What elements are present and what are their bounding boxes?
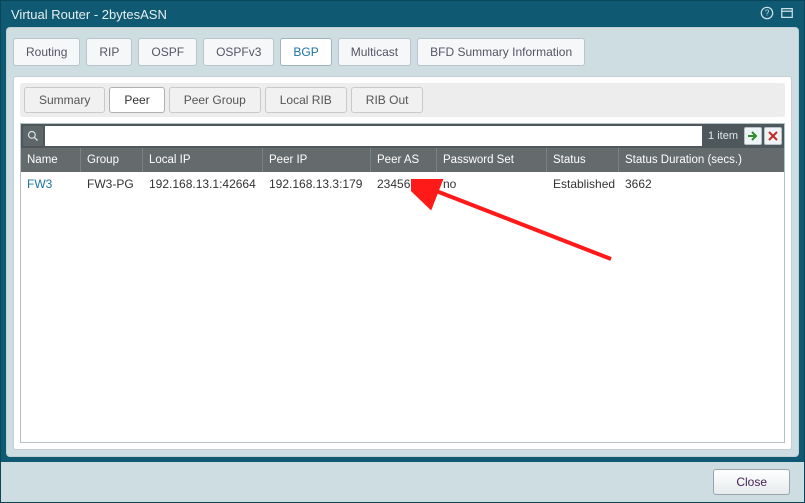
tab-bgp[interactable]: BGP	[280, 38, 331, 66]
tab-ospf[interactable]: OSPF	[138, 38, 197, 66]
subtab-peer[interactable]: Peer	[109, 87, 164, 113]
help-icon[interactable]: ?	[760, 6, 774, 23]
items-count: 1 item	[704, 130, 742, 142]
search-go-button[interactable]	[744, 127, 762, 145]
content-panel: Summary Peer Peer Group Local RIB RIB Ou…	[13, 76, 792, 450]
tab-multicast[interactable]: Multicast	[338, 38, 411, 66]
col-password-set[interactable]: Password Set	[437, 148, 547, 172]
svg-text:?: ?	[765, 8, 770, 17]
cell-peer-ip: 192.168.13.3:179	[263, 172, 371, 196]
col-status-duration[interactable]: Status Duration (secs.)	[619, 148, 784, 172]
close-button[interactable]: Close	[713, 469, 790, 495]
modal-footer: Close	[1, 462, 804, 502]
col-peer-as[interactable]: Peer AS	[371, 148, 437, 172]
virtual-router-modal: Virtual Router - 2bytesASN ? Routing RIP…	[0, 0, 805, 503]
subtab-ribout[interactable]: RIB Out	[351, 87, 424, 113]
tab-routing[interactable]: Routing	[13, 38, 80, 66]
cell-password-set: no	[437, 172, 547, 196]
peer-grid: 1 item Name Group Local IP Peer IP Peer …	[20, 123, 785, 443]
col-local-ip[interactable]: Local IP	[143, 148, 263, 172]
primary-tabs: Routing RIP OSPF OSPFv3 BGP Multicast BF…	[13, 38, 792, 66]
table-row[interactable]: FW3 FW3-PG 192.168.13.1:42664 192.168.13…	[21, 172, 784, 196]
tab-bfd[interactable]: BFD Summary Information	[417, 38, 585, 66]
cell-local-ip: 192.168.13.1:42664	[143, 172, 263, 196]
titlebar: Virtual Router - 2bytesASN ?	[1, 1, 804, 27]
modal-body: Routing RIP OSPF OSPFv3 BGP Multicast BF…	[6, 27, 799, 457]
grid-searchbar: 1 item	[21, 124, 784, 148]
tab-ospfv3[interactable]: OSPFv3	[203, 38, 274, 66]
subtab-summary[interactable]: Summary	[24, 87, 105, 113]
cell-peer-as: 23456	[371, 172, 437, 196]
subtab-localrib[interactable]: Local RIB	[265, 87, 347, 113]
cell-status-duration: 3662	[619, 172, 784, 196]
search-input[interactable]	[45, 126, 702, 146]
window-title: Virtual Router - 2bytesASN	[11, 7, 167, 22]
cell-group: FW3-PG	[81, 172, 143, 196]
col-peer-ip[interactable]: Peer IP	[263, 148, 371, 172]
sub-tabs: Summary Peer Peer Group Local RIB RIB Ou…	[20, 83, 785, 117]
search-clear-button[interactable]	[764, 127, 782, 145]
col-group[interactable]: Group	[81, 148, 143, 172]
subtab-peergroup[interactable]: Peer Group	[169, 87, 261, 113]
cell-name[interactable]: FW3	[21, 172, 81, 196]
search-icon[interactable]	[23, 126, 43, 146]
window-menu-icon[interactable]	[780, 6, 794, 23]
table-header: Name Group Local IP Peer IP Peer AS Pass…	[21, 148, 784, 172]
cell-status: Established	[547, 172, 619, 196]
col-status[interactable]: Status	[547, 148, 619, 172]
col-name[interactable]: Name	[21, 148, 81, 172]
tab-rip[interactable]: RIP	[86, 38, 132, 66]
